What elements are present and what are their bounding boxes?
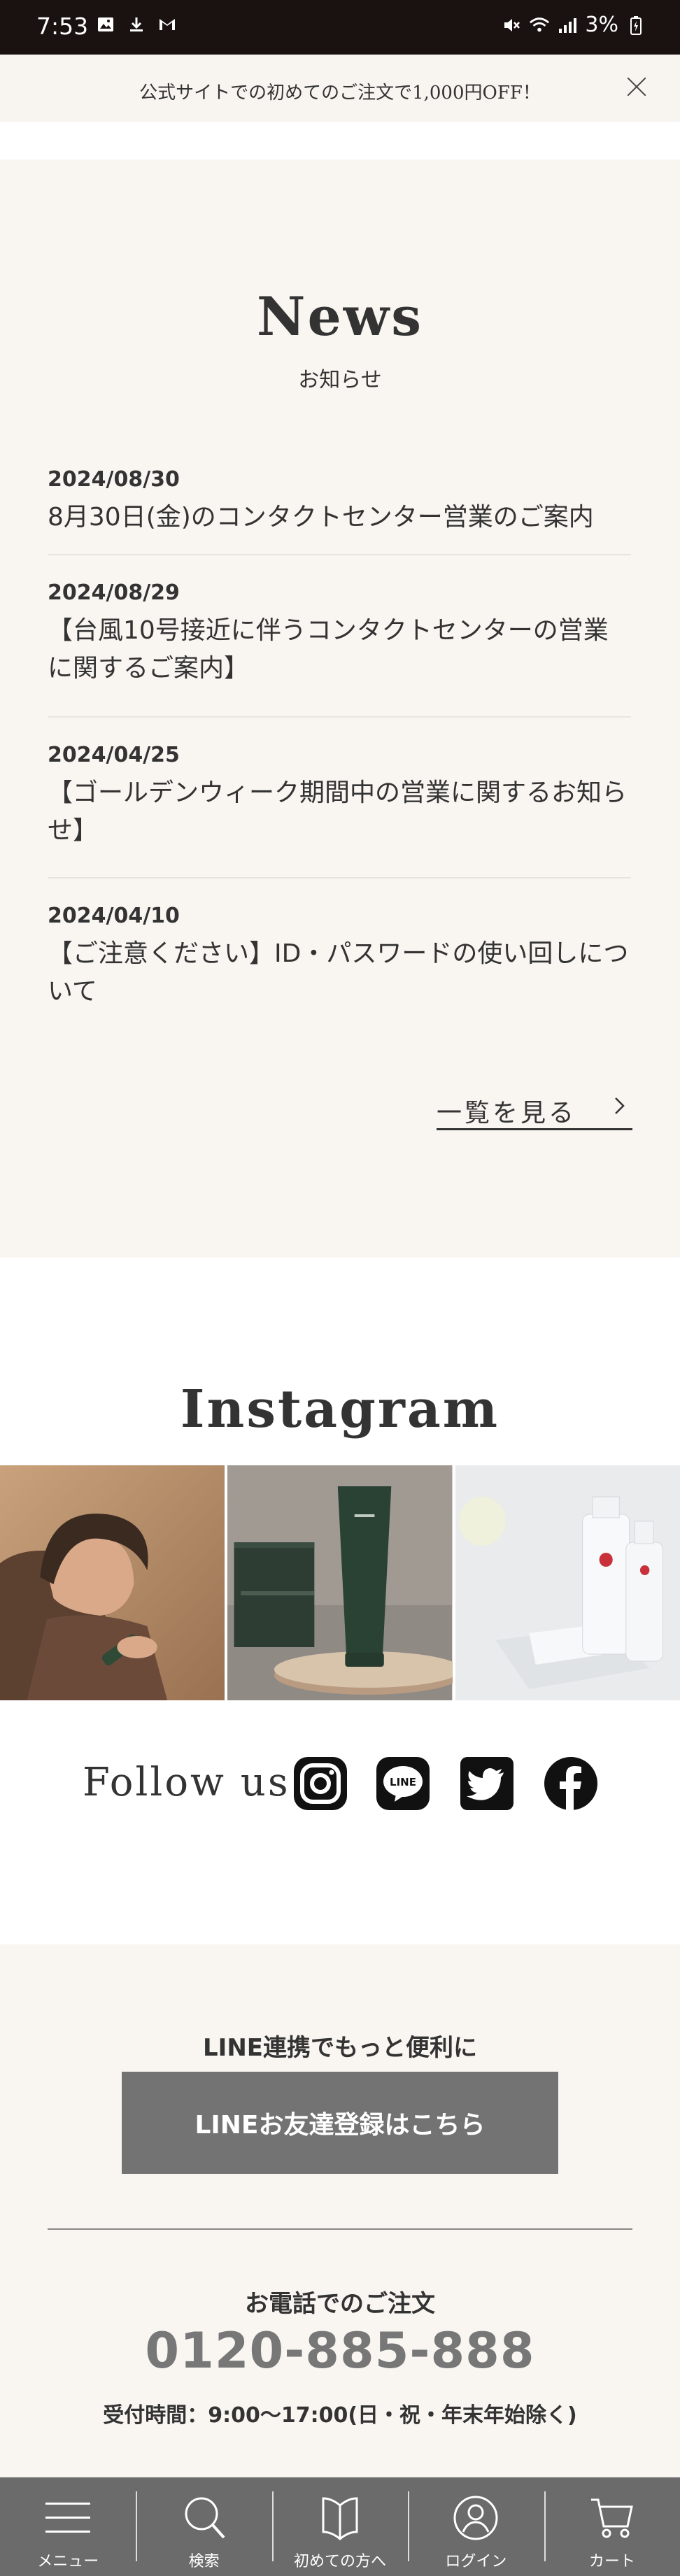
line-register-button[interactable]: LINEお友達登録はこちら	[122, 2072, 558, 2174]
nav-label-login: ログイン	[445, 2553, 507, 2570]
news-list: 2024/08/30 8月30日(金)のコンタクトセンター営業のご案内 2024…	[48, 453, 631, 1039]
cart-icon	[587, 2493, 637, 2543]
news-section: News お知らせ 2024/08/30 8月30日(金)のコンタクトセンター営…	[0, 159, 680, 1258]
news-link[interactable]: 8月30日(金)のコンタクトセンター営業のご案内	[48, 499, 631, 536]
nav-item-guide[interactable]: 初めての方へ	[271, 2477, 408, 2576]
nav-item-search[interactable]: 検索	[136, 2477, 271, 2576]
instagram-photo-bottles[interactable]	[455, 1465, 680, 1700]
news-item[interactable]: 2024/08/30 8月30日(金)のコンタクトセンター営業のご案内	[48, 453, 631, 555]
nav-item-menu[interactable]: メニュー	[0, 2477, 136, 2576]
system-icons: 3%	[501, 13, 646, 37]
nav-item-cart[interactable]: カート	[544, 2477, 680, 2576]
news-item[interactable]: 2024/04/10 【ご注意ください】ID・パスワードの使い回しについて	[48, 878, 631, 1039]
twitter-icon[interactable]	[459, 1756, 515, 1812]
news-link[interactable]: 【ご注意ください】ID・パスワードの使い回しについて	[48, 935, 631, 1011]
status-time: 7:53	[36, 13, 89, 40]
instagram-icon[interactable]	[292, 1756, 348, 1812]
user-icon	[451, 2493, 501, 2543]
gallery-icon	[95, 14, 116, 35]
mute-icon	[501, 15, 522, 36]
nav-item-login[interactable]: ログイン	[408, 2477, 544, 2576]
line-heading: LINE連携でもっと便利に	[203, 2034, 477, 2062]
tel-heading: お電話でのご注文	[245, 2290, 435, 2318]
news-date: 2024/04/25	[48, 743, 180, 767]
book-icon	[315, 2493, 365, 2543]
battery-icon	[625, 15, 646, 36]
contact-section: LINE連携でもっと便利に LINEお友達登録はこちら お電話でのご注文 012…	[0, 1944, 680, 2477]
wifi-icon	[529, 15, 550, 36]
news-more-label: 一覧を見る	[437, 1099, 577, 1127]
battery-percent: 3%	[585, 13, 618, 37]
signal-icon	[557, 15, 578, 36]
nav-label-search: 検索	[188, 2553, 220, 2570]
chevron-right-icon	[609, 1095, 630, 1116]
news-link[interactable]: 【台風10号接近に伴うコンタクトセンターの営業に関するご案内】	[48, 612, 631, 688]
notification-icons	[95, 14, 178, 35]
news-date: 2024/08/30	[48, 467, 180, 492]
line-logo-text: LINE	[390, 1776, 416, 1788]
search-icon	[179, 2493, 229, 2543]
news-more-link[interactable]: 一覧を見る	[437, 1090, 632, 1130]
nav-label-cart: カート	[588, 2553, 635, 2570]
instagram-photo-woman[interactable]	[0, 1465, 225, 1700]
announcement-text: 公式サイトでの初めてのご注文で1,000円OFF！	[139, 83, 541, 104]
facebook-icon[interactable]	[543, 1756, 599, 1812]
menu-icon	[43, 2493, 93, 2543]
nav-label-guide: 初めての方へ	[294, 2553, 387, 2570]
follow-us-label: Follow us	[83, 1760, 290, 1805]
news-item[interactable]: 2024/08/29 【台風10号接近に伴うコンタクトセンターの営業に関するご案…	[48, 555, 631, 718]
divider	[48, 2228, 632, 2230]
line-icon[interactable]: LINE	[375, 1756, 431, 1812]
bottom-nav: メニュー 検索 初めての方へ ログイン カート	[0, 2477, 680, 2576]
nav-label-menu: メニュー	[37, 2553, 99, 2570]
close-icon[interactable]	[623, 73, 651, 101]
announcement-banner: 公式サイトでの初めてのご注文で1,000円OFF！	[0, 55, 680, 122]
instagram-title: Instagram	[180, 1379, 500, 1439]
download-icon	[126, 14, 147, 35]
news-date: 2024/08/29	[48, 581, 180, 605]
news-subtitle: お知らせ	[298, 368, 382, 392]
news-link[interactable]: 【ゴールデンウィーク期間中の営業に関するお知らせ】	[48, 774, 631, 850]
news-title: News	[256, 285, 424, 348]
status-bar: 7:53 3%	[0, 0, 680, 55]
tel-hours: 受付時間：9:00～17:00(日・祝・年末年始除く)	[103, 2403, 577, 2428]
news-date: 2024/04/10	[48, 904, 180, 928]
instagram-photo-product[interactable]	[227, 1465, 453, 1700]
gmail-icon	[157, 14, 178, 35]
news-item[interactable]: 2024/04/25 【ゴールデンウィーク期間中の営業に関するお知らせ】	[48, 718, 631, 878]
follow-us-row: Follow us LINE	[0, 1749, 680, 1819]
tel-number-link[interactable]: 0120-885-888	[0, 2322, 680, 2379]
instagram-grid	[0, 1465, 680, 1700]
